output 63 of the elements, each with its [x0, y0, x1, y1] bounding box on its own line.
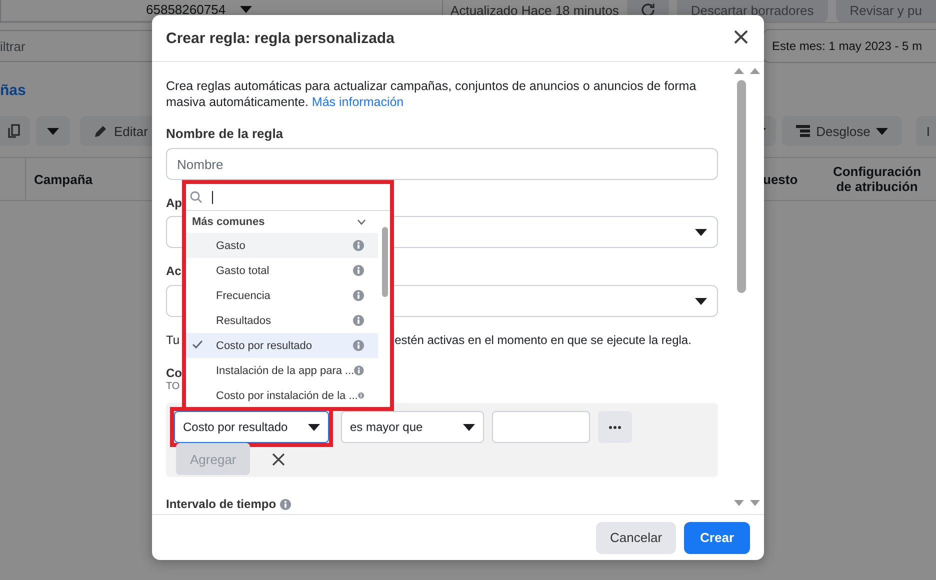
caret-icon: [240, 6, 252, 13]
close-icon: [272, 452, 286, 466]
field-label: Ap: [166, 195, 182, 211]
scrollbar-thumb[interactable]: [737, 80, 746, 293]
more-icon: [609, 426, 621, 428]
last-updated-text: Actualizado Hace 18 minutos: [450, 2, 619, 18]
search-icon: [190, 191, 202, 203]
close-button[interactable]: [734, 30, 750, 46]
info-icon: [353, 265, 364, 276]
dropdown-option[interactable]: Costo por resultado: [186, 333, 378, 358]
dropdown-option[interactable]: Gasto: [186, 233, 378, 258]
dropdown-option[interactable]: Frecuencia: [186, 283, 378, 308]
caret-icon: [463, 424, 475, 430]
caret-icon: [695, 298, 707, 304]
more-options-button[interactable]: [598, 411, 632, 443]
metric-select[interactable]: Costo por resultado: [174, 411, 329, 443]
breakdown-icon: [796, 125, 810, 137]
info-icon: [353, 315, 364, 326]
dropdown-option[interactable]: Instalación de la app para ...: [186, 358, 378, 383]
pencil-icon: [94, 124, 108, 138]
column-header[interactable]: Configuración de atribución: [826, 164, 936, 194]
check-icon: [192, 340, 203, 348]
field-label: Nombre de la regla: [166, 126, 284, 142]
dropdown-option[interactable]: Gasto total: [186, 258, 378, 283]
dialog-title: Crear regla: regla personalizada: [166, 30, 394, 46]
caret-icon: [695, 228, 707, 236]
info-icon: [353, 290, 364, 301]
field-label: Intervalo de tiempo: [166, 496, 276, 512]
operator-select[interactable]: es mayor que: [341, 411, 484, 443]
rule-name-field[interactable]: Nombre: [166, 148, 718, 180]
dropdown-option[interactable]: Resultados: [186, 308, 378, 333]
info-icon: [358, 390, 364, 401]
info-icon: [353, 340, 364, 351]
group-header[interactable]: Más comunes: [186, 211, 378, 233]
field-label: Co: [166, 365, 182, 381]
remove-button[interactable]: [272, 452, 286, 466]
duplicate-button[interactable]: [0, 116, 30, 146]
cancel-button[interactable]: Cancelar: [596, 522, 676, 554]
close-icon: [734, 30, 748, 44]
info-icon: [354, 365, 364, 376]
breakdown-button[interactable]: Desglose: [782, 116, 902, 146]
review-button[interactable]: Revisar y pu: [836, 0, 936, 22]
info-icon: [353, 240, 364, 251]
info-icon: [280, 498, 292, 510]
value-field[interactable]: [492, 411, 590, 443]
campaigns-tab[interactable]: ñas: [0, 82, 26, 98]
scrollbar-thumb[interactable]: [382, 227, 388, 297]
field-hint: TO: [166, 381, 180, 393]
note-text: Tu: [166, 332, 180, 348]
copy-icon: [8, 124, 22, 138]
refresh-icon: [640, 3, 655, 17]
caret-icon: [47, 128, 59, 134]
caret-icon: [876, 128, 888, 134]
toolbar-button[interactable]: I: [916, 116, 936, 146]
field-label: Ac: [166, 263, 182, 279]
more-button[interactable]: [36, 116, 70, 146]
chevron-icon: [357, 219, 366, 225]
create-button[interactable]: Crear: [684, 522, 750, 554]
dropdown-option[interactable]: Costo por instalación de la ...: [186, 383, 378, 407]
caret-icon: [308, 424, 320, 430]
note-text: estén activas en el momento en que se ejecute la regla.: [394, 332, 692, 348]
learn-more-link[interactable]: Más información: [312, 95, 404, 109]
intro-text: Crea reglas automáticas para actualizar campañas, conjuntos de anuncios o anuncios de forma masiva automáticamente. Más información: [166, 78, 698, 110]
